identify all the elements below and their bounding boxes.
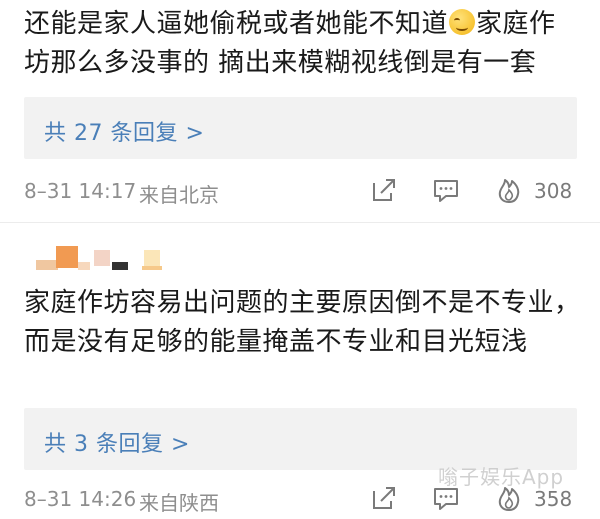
view-replies-link[interactable]: 共 3 条回复 > xyxy=(44,426,190,458)
comment-1: 还能是家人逼她偷税或者她能不知道 家庭作坊那么多没事的 摘出来模糊视线倒是有一套 … xyxy=(0,0,600,210)
comment-location: 来自陕西 xyxy=(139,491,219,515)
reply-box[interactable]: 共 27 条回复 > xyxy=(24,97,577,159)
grinning-sweat-emoji-icon xyxy=(449,9,476,35)
like-count: 358 xyxy=(534,487,573,511)
view-replies-link[interactable]: 共 27 条回复 > xyxy=(44,115,204,147)
fire-like-icon[interactable] xyxy=(494,175,524,205)
share-icon[interactable] xyxy=(369,483,399,513)
comment-time: 8–31 14:26 xyxy=(24,487,137,511)
comment-time: 8–31 14:17 xyxy=(24,179,137,203)
comment-text: 家庭作坊容易出问题的主要原因倒不是不专业，而是没有足够的能量掩盖不专业和目光短浅 xyxy=(24,288,581,357)
comment-text-part1: 还能是家人逼她偷税或者她能不知道 xyxy=(24,9,449,39)
comment-location: 来自北京 xyxy=(139,183,219,207)
comment-text: 还能是家人逼她偷税或者她能不知道 家庭作坊那么多没事的 摘出来模糊视线倒是有一套 xyxy=(24,5,582,83)
like-count: 308 xyxy=(534,179,573,203)
share-icon[interactable] xyxy=(369,175,399,205)
watermark: 嗡子娱乐App xyxy=(438,465,565,489)
comment-meta: 8–31 14:17 来自北京 308 xyxy=(24,175,582,209)
comment-icon[interactable] xyxy=(431,175,461,205)
username-blurred[interactable] xyxy=(36,246,176,272)
comment-divider xyxy=(0,222,600,223)
